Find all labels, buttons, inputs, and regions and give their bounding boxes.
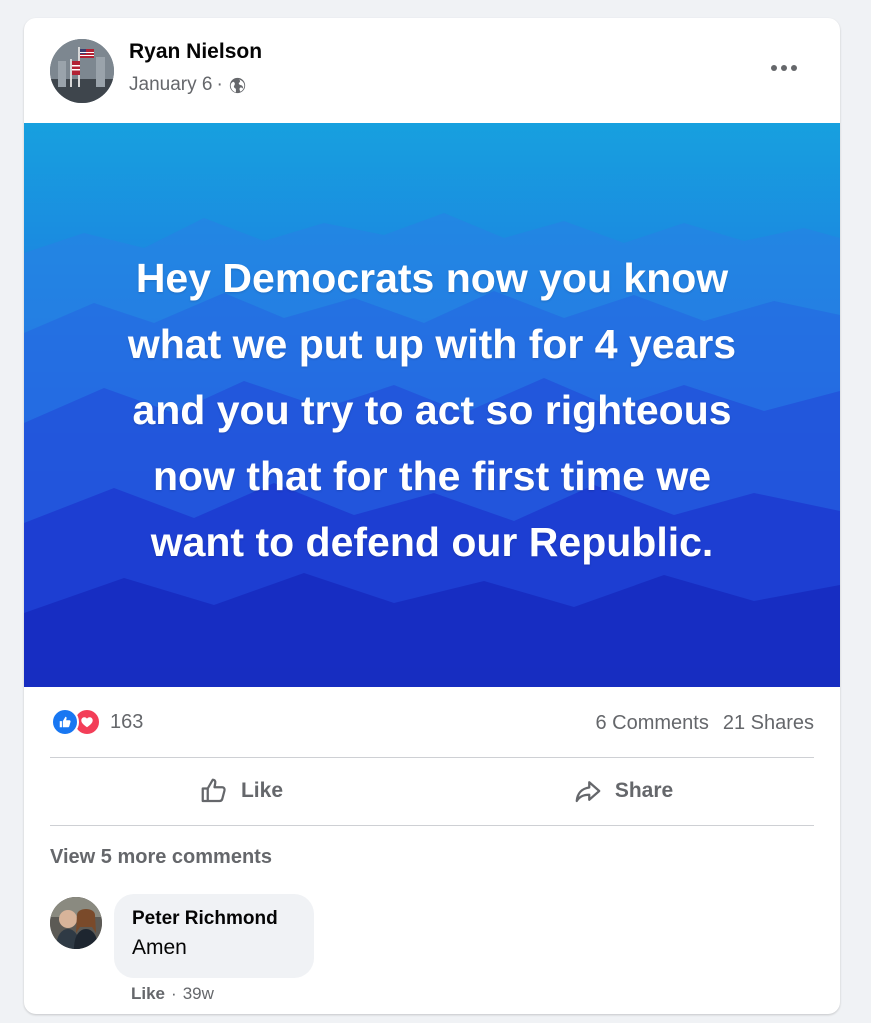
view-more-comments-link[interactable]: View 5 more comments — [50, 846, 272, 869]
image-text-line: Hey Democrats now you know — [135, 255, 729, 301]
ellipsis-icon — [771, 65, 797, 71]
post-stats: 163 6 Comments 21 Shares — [24, 698, 840, 748]
comment-actions: Like · 39w — [131, 984, 214, 1004]
comments-count[interactable]: 6 Comments — [595, 712, 708, 735]
comment-separator: · — [171, 984, 177, 1003]
author-avatar[interactable] — [50, 39, 114, 103]
image-text-line: want to defend our Republic. — [150, 519, 714, 565]
reaction-count: 163 — [110, 710, 144, 733]
comment-text: Amen — [132, 936, 187, 959]
like-reaction-icon — [51, 708, 79, 736]
divider — [50, 825, 814, 826]
reactions-summary[interactable]: 163 — [51, 708, 143, 736]
post-meta: January 6 · — [129, 74, 246, 96]
comment-like-button[interactable]: Like — [131, 984, 165, 1004]
post-header: Ryan Nielson January 6 · — [24, 18, 840, 122]
commenter-avatar[interactable] — [50, 897, 102, 949]
post-image[interactable]: Hey Democrats now you know what we put u… — [24, 123, 840, 687]
engagement-counts: 6 Comments 21 Shares — [595, 712, 814, 735]
like-label: Like — [240, 779, 284, 802]
more-options-button[interactable] — [764, 56, 804, 80]
image-text-line: now that for the first time we — [152, 453, 712, 499]
globe-icon[interactable] — [229, 77, 246, 94]
post-date[interactable]: January 6 — [129, 74, 212, 96]
post-actions: Like Share — [50, 758, 814, 824]
image-text-line: and you try to act so righteous — [132, 387, 732, 433]
image-text-line: what we put up with for 4 years — [127, 321, 737, 367]
like-button[interactable]: Like — [50, 758, 432, 824]
thumbs-up-icon — [201, 778, 226, 803]
post-card: Ryan Nielson January 6 · Hey Democrats n… — [24, 18, 840, 1014]
meta-separator: · — [216, 74, 223, 95]
share-arrow-icon — [575, 781, 601, 803]
share-label: Share — [614, 779, 674, 802]
share-button[interactable]: Share — [432, 758, 814, 824]
comment-bubble: Peter Richmond Amen — [114, 894, 314, 978]
commenter-name[interactable]: Peter Richmond — [132, 908, 278, 930]
post-image-text: Hey Democrats now you know what we put u… — [54, 245, 810, 575]
author-name[interactable]: Ryan Nielson — [129, 40, 262, 64]
shares-count[interactable]: 21 Shares — [723, 712, 814, 735]
comment-timestamp[interactable]: 39w — [183, 984, 214, 1004]
